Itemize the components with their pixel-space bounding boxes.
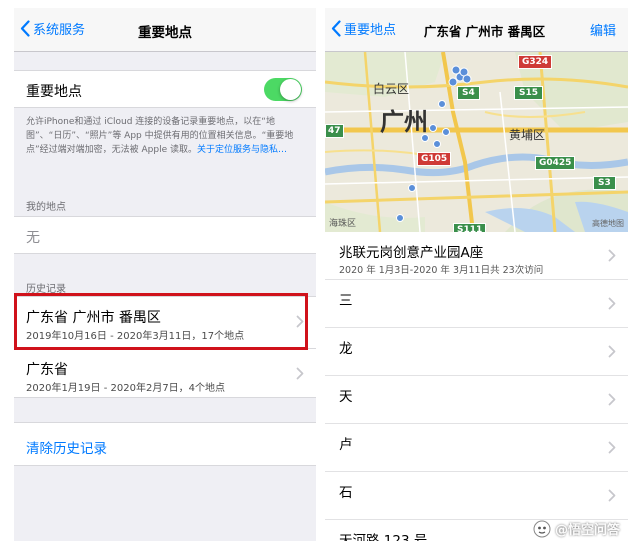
list-item[interactable]: 天	[325, 376, 628, 424]
clear-history-row: 清除历史记录	[14, 422, 316, 466]
road-shield-g0425: G0425	[535, 156, 576, 170]
road-shield-s15: S15	[514, 86, 544, 100]
list-item-subtitle: 2020 年 1月3日-2020 年 3月11日共 23次访问	[339, 265, 544, 276]
map-label-guangzhou: 广州	[380, 108, 428, 136]
chevron-right-icon	[296, 367, 304, 380]
map-canvas	[325, 52, 628, 232]
list-item[interactable]: 卢	[325, 424, 628, 472]
chevron-left-icon	[20, 20, 30, 37]
my-places-header: 我的地点	[26, 202, 66, 213]
privacy-link[interactable]: 关于定位服务与隐私…	[197, 145, 287, 155]
my-places-row: 无	[14, 216, 316, 254]
list-item-title: 天	[339, 389, 353, 405]
list-item-title: 天河路 123 号	[339, 533, 428, 541]
map-label-haizhu: 海珠区	[329, 219, 357, 229]
right-nav-bar: 重要地点 广东省 广州市 番禺区 编辑	[325, 8, 628, 52]
map-attribution: 高德地图	[592, 219, 624, 228]
back-button-system-services[interactable]: 系统服务	[20, 19, 85, 38]
edit-button[interactable]: 编辑	[590, 20, 616, 39]
back-button-significant-locations[interactable]: 重要地点	[331, 19, 396, 38]
list-item[interactable]: 兆联元岗创意产业园A座 2020 年 1月3日-2020 年 3月11日共 23…	[325, 232, 628, 280]
chevron-right-icon	[608, 441, 616, 454]
road-shield-g105: G105	[417, 152, 452, 166]
map-label-baiyun: 白云区	[373, 82, 410, 96]
list-item-title: 石	[339, 485, 353, 501]
chevron-left-icon	[331, 20, 341, 37]
list-item[interactable]: 三	[325, 280, 628, 328]
left-screen: 系统服务 重要地点 重要地点 允许iPhone和通过 iCloud 连接的设备记…	[14, 8, 316, 541]
map-view[interactable]: 白云区 广州 黄埔区 海珠区 G324 S4 S15 G105 G0425 S3…	[325, 52, 628, 232]
wukong-logo-icon	[533, 520, 551, 537]
watermark: @悟空问答	[533, 519, 620, 538]
history-item-title: 广东省	[26, 362, 68, 378]
road-shield-s3: S3	[593, 176, 616, 190]
road-shield-s111: S111	[453, 223, 487, 232]
description-text: 允许iPhone和通过 iCloud 连接的设备记录重要地点，以在“地图”、“日…	[26, 117, 294, 155]
page-title: 广东省 广州市 番禺区	[423, 24, 546, 39]
back-label: 系统服务	[33, 23, 86, 38]
road-shield-47: 47	[325, 124, 344, 138]
chevron-right-icon	[608, 345, 616, 358]
right-screen: 重要地点 广东省 广州市 番禺区 编辑 白云区 广州 黄埔区 海珠区 G324 …	[325, 8, 628, 541]
road-shield-s4: S4	[457, 86, 480, 100]
map-label-huangpu: 黄埔区	[509, 128, 546, 142]
history-item[interactable]: 广东省 2020年1月19日 - 2020年2月7日，4个地点	[14, 349, 316, 399]
history-item-subtitle: 2020年1月19日 - 2020年2月7日，4个地点	[26, 383, 226, 394]
list-item[interactable]: 石	[325, 472, 628, 520]
road-shield-g324: G324	[518, 55, 553, 69]
chevron-right-icon	[608, 249, 616, 262]
watermark-text: @悟空问答	[554, 523, 620, 538]
places-list: 兆联元岗创意产业园A座 2020 年 1月3日-2020 年 3月11日共 23…	[325, 232, 628, 541]
chevron-right-icon	[608, 489, 616, 502]
my-places-value: 无	[26, 230, 40, 246]
significant-locations-label: 重要地点	[26, 84, 82, 100]
chevron-right-icon	[608, 297, 616, 310]
list-item[interactable]: 龙	[325, 328, 628, 376]
back-label: 重要地点	[344, 23, 397, 38]
chevron-right-icon	[608, 393, 616, 406]
significant-locations-toggle[interactable]	[264, 78, 302, 101]
clear-history-button[interactable]: 清除历史记录	[26, 437, 107, 457]
list-item-title: 龙	[339, 341, 353, 357]
list-item-title: 卢	[339, 437, 353, 453]
list-item-title: 三	[339, 293, 353, 309]
significant-locations-row: 重要地点	[14, 70, 316, 108]
highlight-box	[14, 293, 308, 350]
list-item-title: 兆联元岗创意产业园A座	[339, 245, 484, 261]
left-nav-bar: 系统服务 重要地点	[14, 8, 316, 52]
